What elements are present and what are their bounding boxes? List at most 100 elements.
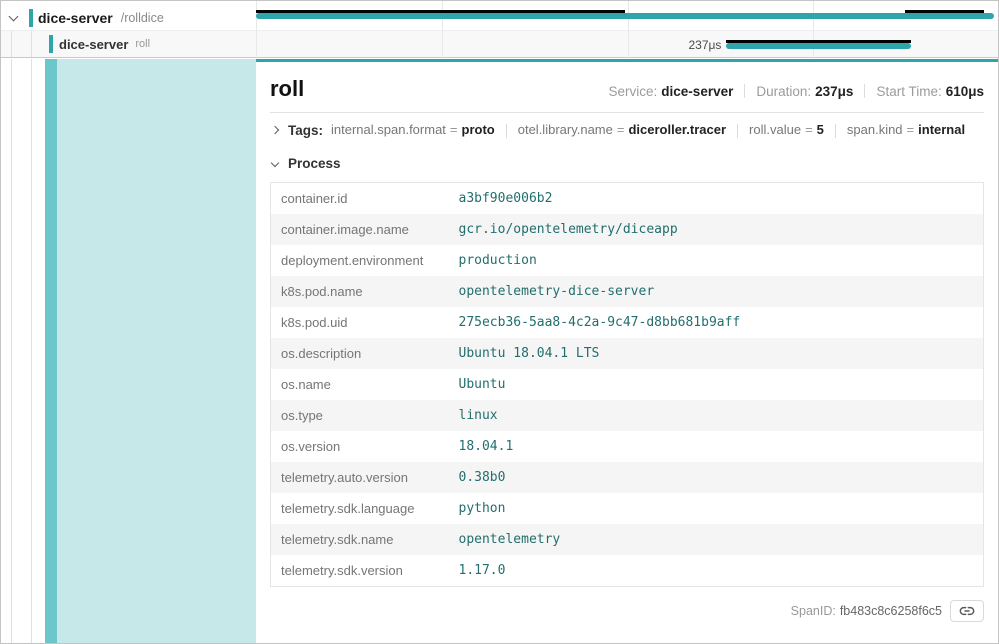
process-key: os.description [271,338,449,369]
process-key: k8s.pod.uid [271,307,449,338]
tag-divider [506,124,507,138]
process-key: container.image.name [271,214,449,245]
process-row: container.ida3bf90e006b2 [271,182,984,214]
process-value: 0.38b0 [449,462,984,493]
process-value: opentelemetry [449,524,984,555]
indent-guide [31,31,32,57]
indent-guide [31,59,32,643]
link-icon [959,603,975,619]
process-key: os.version [271,431,449,462]
tag-item: roll.value = 5 [749,122,824,137]
tag-value: proto [462,122,495,137]
span-service-name: dice-server [38,10,113,26]
process-row: deployment.environmentproduction [271,245,984,276]
tags-accordion-header[interactable]: Tags: internal.span.format = proto otel.lib… [270,113,984,145]
span-bar-area: 237μs [256,31,998,57]
meta-divider [864,84,865,98]
span-bar-area [256,5,998,30]
process-key: telemetry.sdk.name [271,524,449,555]
process-row: telemetry.sdk.nameopentelemetry [271,524,984,555]
meta-value: dice-server [661,84,733,99]
span-name-column: dice-server roll [1,31,256,57]
span-detail-row: roll Service:dice-serverDuration:237μsSt… [1,59,998,643]
span-bar-roll[interactable] [726,43,911,49]
process-row: telemetry.sdk.version1.17.0 [271,555,984,587]
span-title: roll [270,76,304,102]
process-key: k8s.pod.name [271,276,449,307]
span-color-stripe [45,59,57,643]
process-value: Ubuntu 18.04.1 LTS [449,338,984,369]
process-row: telemetry.sdk.languagepython [271,493,984,524]
process-row: os.nameUbuntu [271,369,984,400]
process-key: telemetry.sdk.language [271,493,449,524]
span-id-value: fb483c8c6258f6c5 [840,604,942,618]
span-service-name: dice-server [59,37,128,52]
detail-row-tint [57,59,256,643]
process-value: opentelemetry-dice-server [449,276,984,307]
indent-guide [11,31,12,57]
process-value: gcr.io/opentelemetry/diceapp [449,214,984,245]
process-value: 18.04.1 [449,431,984,462]
span-operation-name: /rolldice [121,11,164,25]
meta-label: Duration: [756,84,811,99]
meta-label: Start Time: [876,84,941,99]
process-row: k8s.pod.nameopentelemetry-dice-server [271,276,984,307]
indent-guide [11,59,12,643]
span-row-rolldice[interactable]: dice-server /rolldice [1,5,998,31]
span-operation-name: roll [135,38,150,50]
jaeger-trace-detail-view: dice-server /rolldice dice-server roll 2… [0,0,999,644]
span-meta: Service:dice-serverDuration:237μsStart T… [609,84,984,99]
tag-divider [835,124,836,138]
process-row: k8s.pod.uid275ecb36-5aa8-4c2a-9c47-d8bb6… [271,307,984,338]
meta-value: 610μs [946,84,984,99]
span-bar-rolldice[interactable] [256,13,994,19]
trace-timeline: dice-server /rolldice dice-server roll 2… [1,1,998,59]
process-key: telemetry.auto.version [271,462,449,493]
tag-divider [737,124,738,138]
detail-row-indent [1,59,256,643]
process-key: deployment.environment [271,245,449,276]
tag-item: otel.library.name =diceroller.tracer [518,122,726,137]
tag-item: span.kind =internal [847,122,965,137]
meta-divider [744,84,745,98]
process-value: python [449,493,984,524]
tags-summary: internal.span.format = proto otel.library.n… [331,122,965,138]
tag-equals: = [617,122,625,137]
tag-value: internal [918,122,965,137]
process-key: os.type [271,400,449,431]
span-color-bar [49,35,53,53]
tags-label: Tags: [288,123,323,138]
process-value: production [449,245,984,276]
span-row-roll[interactable]: dice-server roll 237μs [1,31,998,58]
process-value: 1.17.0 [449,555,984,587]
tag-value: diceroller.tracer [628,122,726,137]
process-key-value-table: container.ida3bf90e006b2container.image.… [270,182,984,587]
collapse-children-chevron-icon[interactable] [9,12,19,22]
process-row: telemetry.auto.version0.38b0 [271,462,984,493]
process-accordion-header[interactable]: Process [270,147,984,178]
tag-equals: = [450,122,458,137]
process-value: 275ecb36-5aa8-4c2a-9c47-d8bb681b9aff [449,307,984,338]
tag-equals: = [805,122,813,137]
span-detail-panel: roll Service:dice-serverDuration:237μsSt… [256,59,998,643]
tag-value: 5 [817,122,824,137]
process-value: linux [449,400,984,431]
span-color-bar [29,9,33,27]
process-value: Ubuntu [449,369,984,400]
tag-key: internal.span.format [331,122,446,137]
span-name-column: dice-server /rolldice [1,5,256,30]
span-detail-header: roll Service:dice-serverDuration:237μsSt… [270,72,984,113]
process-label: Process [288,156,341,171]
process-section: Process container.ida3bf90e006b2containe… [270,145,984,587]
process-row: os.typelinux [271,400,984,431]
tag-key: otel.library.name [518,122,613,137]
tag-equals: = [907,122,915,137]
tag-key: span.kind [847,122,903,137]
tag-key: roll.value [749,122,801,137]
process-row: os.descriptionUbuntu 18.04.1 LTS [271,338,984,369]
meta-value: 237μs [815,84,853,99]
tag-item: internal.span.format = proto [331,122,495,137]
process-key: telemetry.sdk.version [271,555,449,587]
process-value: a3bf90e006b2 [449,182,984,214]
deep-link-button[interactable] [950,600,984,622]
